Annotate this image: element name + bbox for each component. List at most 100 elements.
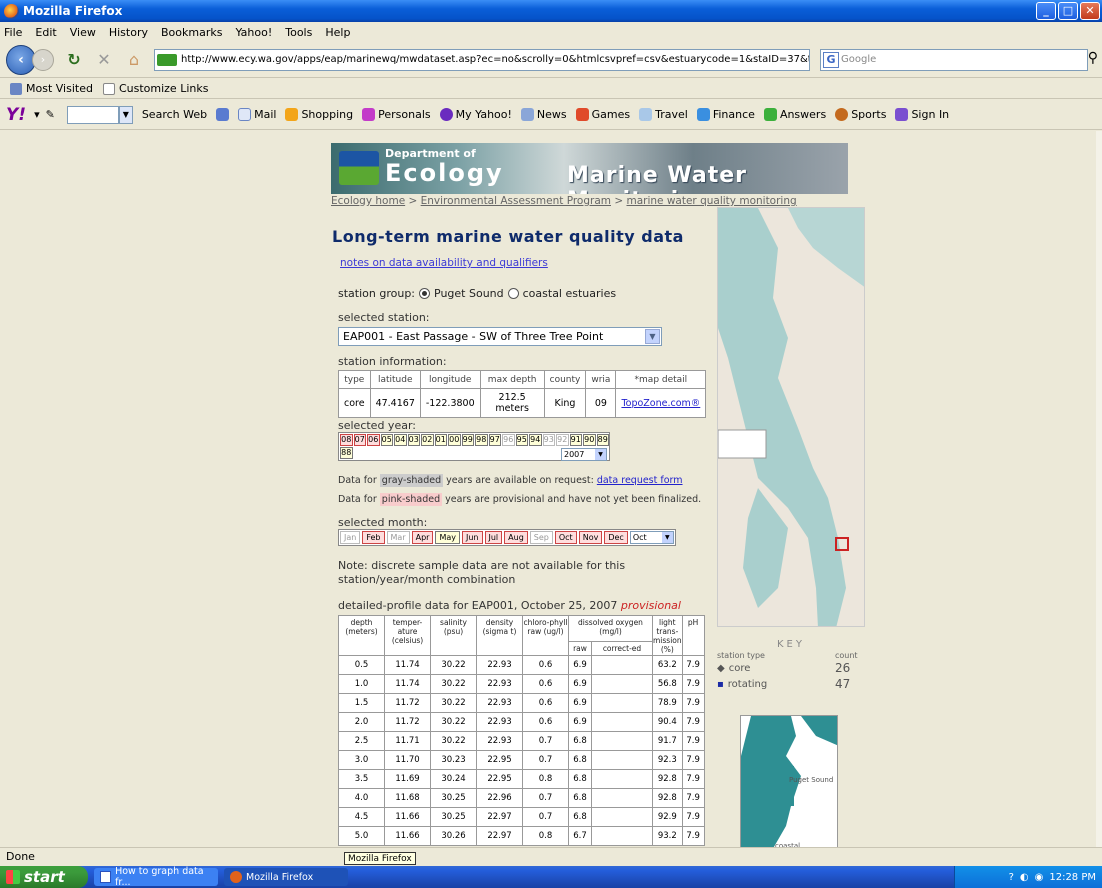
year-07[interactable]: 07	[353, 434, 366, 446]
url-bar[interactable]: http://www.ecy.wa.gov/apps/eap/marinewq/…	[154, 48, 810, 71]
menu-tools[interactable]: Tools	[285, 26, 312, 39]
year-06[interactable]: 06	[367, 434, 380, 446]
maximize-button[interactable]: □	[1058, 2, 1078, 20]
task-firefox[interactable]: Mozilla Firefox	[224, 868, 348, 886]
topozone-link[interactable]: TopoZone.com®	[621, 398, 700, 409]
station-map[interactable]	[717, 207, 865, 627]
chevron-down-icon[interactable]: ▼	[595, 449, 606, 460]
month-mar[interactable]: Mar	[386, 531, 410, 544]
region-inset-map[interactable]: Puget Sound coastal	[740, 715, 838, 847]
year-01[interactable]: 01	[434, 434, 447, 446]
month-nov[interactable]: Nov	[578, 531, 603, 544]
month-dec[interactable]: Dec	[604, 531, 628, 544]
start-button[interactable]: start	[0, 866, 88, 888]
year-08[interactable]: 08	[340, 434, 353, 446]
menu-file[interactable]: File	[4, 26, 22, 39]
yahoo-my-yahoo[interactable]: My Yahoo!	[439, 108, 512, 121]
year-90[interactable]: 90	[583, 434, 596, 446]
year-92[interactable]: 92	[556, 434, 569, 446]
menu-yahoo[interactable]: Yahoo!	[235, 26, 272, 39]
forward-button[interactable]: ›	[32, 48, 54, 71]
square-icon: ▪	[717, 678, 724, 690]
month-aug[interactable]: Aug	[504, 531, 528, 544]
search-magnifier-icon[interactable]: ⚲	[1088, 50, 1098, 66]
yahoo-news[interactable]: News	[520, 108, 567, 121]
year-91[interactable]: 91	[569, 434, 582, 446]
month-feb[interactable]: Feb	[362, 531, 385, 544]
station-select[interactable]: EAP001 - East Passage - SW of Three Tree…	[338, 327, 662, 346]
radio-puget-sound[interactable]	[419, 288, 431, 299]
year-04[interactable]: 04	[394, 434, 407, 446]
yahoo-logo[interactable]: Y!	[6, 105, 26, 125]
close-button[interactable]: ✕	[1080, 2, 1100, 20]
yahoo-search-web[interactable]: Search Web	[142, 108, 207, 121]
year-98[interactable]: 98	[475, 434, 488, 446]
yahoo-search-input[interactable]	[66, 105, 119, 124]
google-search-engine-icon[interactable]: G	[823, 51, 839, 68]
home-icon[interactable]: ⌂	[124, 50, 144, 70]
month-jul[interactable]: Jul	[484, 531, 503, 544]
network-icon[interactable]: ◐	[1020, 872, 1029, 883]
yahoo-search-dropdown-icon[interactable]: ▼	[118, 105, 133, 124]
table-cell	[590, 712, 654, 732]
data-request-form-link[interactable]: data request form	[597, 475, 683, 486]
yahoo-games[interactable]: Games	[575, 108, 630, 121]
stop-icon[interactable]: ✕	[94, 50, 114, 70]
yahoo-answers[interactable]: Answers	[763, 108, 826, 121]
menu-view[interactable]: View	[70, 26, 96, 39]
yahoo-mail[interactable]: Mail	[238, 108, 276, 121]
year-94[interactable]: 94	[529, 434, 542, 446]
year-99[interactable]: 99	[461, 434, 474, 446]
vertical-scrollbar[interactable]	[1096, 131, 1102, 847]
year-02[interactable]: 02	[421, 434, 434, 446]
year-97[interactable]: 97	[488, 434, 501, 446]
yahoo-sign-in[interactable]: Sign In	[895, 108, 949, 121]
breadcrumb-mwqm[interactable]: marine water quality monitoring	[626, 195, 796, 207]
year-95[interactable]: 95	[515, 434, 528, 446]
task-word-document[interactable]: How to graph data fr...	[94, 866, 218, 888]
radio-coastal-estuaries[interactable]	[507, 288, 519, 299]
notes-link[interactable]: notes on data availability and qualifier…	[340, 257, 548, 269]
breadcrumb-ecology-home[interactable]: Ecology home	[331, 195, 405, 207]
month-may[interactable]: May	[435, 531, 460, 544]
yahoo-menu-dropdown-icon[interactable]: ▾	[34, 108, 40, 121]
yahoo-personals[interactable]: Personals	[362, 108, 431, 121]
year-93[interactable]: 93	[542, 434, 555, 446]
year-05[interactable]: 05	[380, 434, 393, 446]
reload-icon[interactable]: ↻	[64, 50, 84, 70]
month-jan[interactable]: Jan	[340, 531, 361, 544]
pencil-icon[interactable]: ✎	[46, 108, 55, 121]
month-oct[interactable]: Oct	[554, 531, 577, 544]
month-jun[interactable]: Jun	[462, 531, 483, 544]
month-select[interactable]: Oct ▼	[629, 531, 674, 544]
chevron-down-icon[interactable]: ▼	[661, 532, 673, 543]
year-89[interactable]: 89	[596, 434, 609, 446]
year-03[interactable]: 03	[407, 434, 420, 446]
yahoo-sports[interactable]: Sports	[835, 108, 886, 121]
menu-history[interactable]: History	[109, 26, 148, 39]
bookmark-most-visited[interactable]: Most Visited	[26, 82, 93, 95]
month-apr[interactable]: Apr	[411, 531, 434, 544]
year-96[interactable]: 96	[502, 434, 515, 446]
breadcrumb-eap[interactable]: Environmental Assessment Program	[421, 195, 611, 207]
yahoo-shopping[interactable]: Shopping	[285, 108, 353, 121]
table-cell: 11.68	[384, 788, 431, 808]
menu-edit[interactable]: Edit	[35, 26, 56, 39]
minimize-button[interactable]: _	[1036, 2, 1056, 20]
month-sep[interactable]: Sep	[529, 531, 553, 544]
yahoo-shield[interactable]	[216, 108, 230, 121]
chevron-down-icon[interactable]: ▼	[645, 329, 660, 344]
menu-bookmarks[interactable]: Bookmarks	[161, 26, 222, 39]
bookmark-customize-links[interactable]: Customize Links	[119, 82, 209, 95]
volume-icon[interactable]: ◉	[1035, 872, 1044, 883]
year-88[interactable]: 88	[340, 447, 353, 459]
yahoo-finance[interactable]: Finance	[696, 108, 755, 121]
search-box[interactable]: G Google	[820, 48, 1088, 71]
help-icon[interactable]: ?	[1009, 872, 1014, 883]
yahoo-travel[interactable]: Travel	[639, 108, 688, 121]
ecology-banner[interactable]: Department of Ecology Marine Water Monit…	[331, 143, 848, 194]
year-select[interactable]: 2007 ▼	[561, 448, 607, 461]
menu-help[interactable]: Help	[325, 26, 350, 39]
year-00[interactable]: 00	[448, 434, 461, 446]
site-identity-icon[interactable]	[157, 53, 177, 66]
